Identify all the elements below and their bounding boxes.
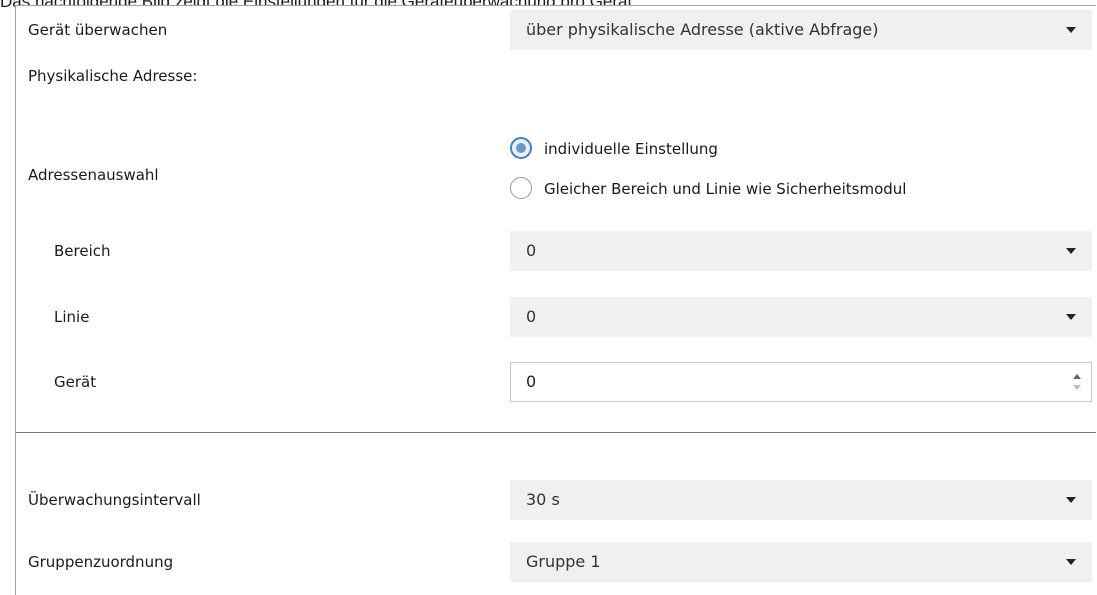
area-dropdown[interactable]: 0 bbox=[510, 231, 1092, 271]
group-label: Gruppenzuordnung bbox=[28, 553, 174, 571]
device-monitoring-settings-panel: Gerät überwachen über physikalische Adre… bbox=[15, 5, 1096, 595]
chevron-down-icon bbox=[1066, 27, 1076, 33]
chevron-down-icon bbox=[1066, 248, 1076, 254]
interval-dropdown[interactable]: 30 s bbox=[510, 480, 1092, 520]
group-row: Gruppenzuordnung Gruppe 1 bbox=[16, 533, 1096, 595]
interval-value: 30 s bbox=[526, 490, 560, 509]
area-label: Bereich bbox=[54, 242, 111, 260]
group-dropdown[interactable]: Gruppe 1 bbox=[510, 542, 1092, 582]
phys-address-heading-row: Physikalische Adresse: bbox=[16, 54, 1096, 100]
device-value: 0 bbox=[526, 372, 537, 391]
chevron-down-icon bbox=[1066, 314, 1076, 320]
phys-address-heading: Physikalische Adresse: bbox=[28, 67, 198, 85]
group-value: Gruppe 1 bbox=[526, 552, 601, 571]
area-row: Bereich 0 bbox=[16, 220, 1096, 282]
chevron-down-icon bbox=[1066, 497, 1076, 503]
interval-label: Überwachungsintervall bbox=[28, 491, 201, 509]
radio-unchecked-icon[interactable] bbox=[510, 177, 532, 199]
line-dropdown[interactable]: 0 bbox=[510, 297, 1092, 337]
monitor-dropdown[interactable]: über physikalische Adresse (aktive Abfra… bbox=[510, 10, 1092, 50]
section-divider bbox=[16, 432, 1096, 433]
area-value: 0 bbox=[526, 241, 537, 260]
line-row: Linie 0 bbox=[16, 282, 1096, 348]
line-value: 0 bbox=[526, 307, 537, 326]
interval-row: Überwachungsintervall 30 s bbox=[16, 473, 1096, 533]
spinner-down-icon[interactable] bbox=[1073, 385, 1081, 390]
spinner-up-icon[interactable] bbox=[1073, 374, 1081, 379]
device-row: Gerät 0 bbox=[16, 348, 1096, 414]
monitor-value: über physikalische Adresse (aktive Abfra… bbox=[526, 20, 879, 39]
radio-checked-icon[interactable] bbox=[510, 137, 532, 159]
monitor-row: Gerät überwachen über physikalische Adre… bbox=[16, 6, 1096, 54]
chevron-down-icon bbox=[1066, 559, 1076, 565]
address-selection-label: Adressenauswahl bbox=[28, 166, 159, 184]
line-label: Linie bbox=[54, 308, 90, 326]
device-label: Gerät bbox=[54, 373, 97, 391]
radio-option-label: Gleicher Bereich und Linie wie Sicherhei… bbox=[544, 180, 907, 198]
address-selection-row: Adressenauswahl individuelle Einstellung… bbox=[16, 100, 1096, 220]
radio-option-label: individuelle Einstellung bbox=[544, 140, 718, 158]
monitor-label: Gerät überwachen bbox=[28, 21, 168, 39]
device-number-stepper[interactable]: 0 bbox=[510, 362, 1092, 402]
